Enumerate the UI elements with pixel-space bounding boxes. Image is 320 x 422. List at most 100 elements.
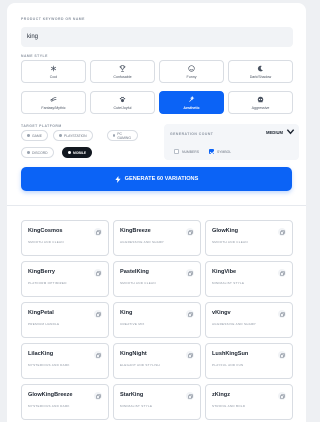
result-description: MINIMALIST STYLE [120, 404, 153, 408]
style-label-text: Aesthetic [183, 105, 200, 110]
style-label-text: Dark/Shadow [249, 74, 272, 79]
copy-icon[interactable] [278, 269, 286, 277]
platform-pc-chip[interactable]: PC GAMING [107, 130, 138, 141]
result-name: PastelKing [120, 269, 149, 275]
symbol-checkbox[interactable]: SYMBOL [209, 149, 231, 154]
result-name: KingPetal [28, 310, 54, 316]
generate-button[interactable]: GENERATE 60 VARIATIONS [21, 167, 292, 191]
generate-button-label: GENERATE 60 VARIATIONS [124, 176, 199, 182]
copy-icon[interactable] [94, 392, 102, 400]
dragon-icon [50, 96, 57, 102]
style-dark-button[interactable]: Dark/Shadow [228, 60, 293, 83]
paw-icon [119, 96, 126, 102]
result-description: PLATFORM OPTIMIZED [28, 281, 67, 285]
chevron-down-icon[interactable] [286, 127, 295, 136]
style-label-text: Confusable [113, 74, 132, 79]
style-label-text: Cool [49, 74, 58, 79]
result-card[interactable]: King CREATIVE MIX [113, 302, 201, 338]
result-card[interactable]: KingBreeze AGGRESSIVE AND SHARP [113, 220, 201, 256]
result-name: GlowKingBreeze [28, 392, 73, 398]
copy-icon[interactable] [186, 228, 194, 236]
prompt-label: PRODUCT KEYWORD OR NAME [21, 17, 85, 21]
style-cool-button[interactable]: Cool [21, 60, 86, 83]
result-name: LushKingSun [212, 351, 249, 357]
result-name: KingBreeze [120, 228, 151, 234]
result-card[interactable]: PastelKing SMOOTH AND CLEAN [113, 261, 201, 297]
copy-icon[interactable] [94, 228, 102, 236]
playstation-icon [59, 134, 62, 137]
style-label-text: Fantasy/Mythic [41, 105, 66, 110]
generator-panel: PRODUCT KEYWORD OR NAME king NAME STYLE … [7, 3, 306, 422]
copy-icon[interactable] [278, 351, 286, 359]
copy-icon[interactable] [278, 310, 286, 318]
copy-icon[interactable] [278, 228, 286, 236]
result-card[interactable]: StarKing MINIMALIST STYLE [113, 384, 201, 420]
style-cute-button[interactable]: Cute/Joyful [90, 91, 155, 114]
style-label-text: Cute/Joyful [113, 105, 132, 110]
keyword-input[interactable]: king [21, 27, 293, 47]
result-name: zKingz [212, 392, 231, 398]
style-aesthetic-button[interactable]: Aesthetic [159, 91, 224, 114]
checkbox-box[interactable] [174, 149, 179, 154]
checkbox-box[interactable] [209, 149, 214, 154]
smile-icon [188, 64, 195, 72]
numbers-checkbox[interactable]: NUMBERS [174, 149, 199, 154]
style-fantasy-button[interactable]: Fantasy/Mythic [21, 91, 86, 114]
result-card[interactable]: KingNight ELEGANT AND STYLISH [113, 343, 201, 379]
result-description: MYSTERIOUS AND DARK [28, 404, 70, 408]
chip-label: MOBILE [73, 150, 87, 155]
result-card[interactable]: GlowKingBreeze MYSTERIOUS AND DARK [21, 384, 109, 420]
result-description: AGGRESSIVE AND SHARP [120, 240, 164, 244]
result-card[interactable]: KingVibe MINIMALIST STYLE [205, 261, 293, 297]
result-description: PREMIUM HANDLE [28, 322, 60, 326]
result-description: PLAYFUL AND FUN [212, 363, 244, 367]
result-description: CREATIVE MIX [120, 322, 145, 326]
chip-label: DISCORD [32, 150, 48, 155]
style-aggressive-button[interactable]: Aggressive [228, 91, 293, 114]
platform-discord-chip[interactable]: DISCORD [21, 147, 54, 158]
style-confusable-button[interactable]: Confusable [90, 60, 155, 83]
copy-icon[interactable] [94, 310, 102, 318]
result-card[interactable]: LilacKing MYSTERIOUS AND DARK [21, 343, 109, 379]
style-funny-button[interactable]: Funny [159, 60, 224, 83]
copy-icon[interactable] [94, 269, 102, 277]
result-description: MYSTERIOUS AND DARK [28, 363, 70, 367]
phone-icon [68, 151, 71, 154]
result-description: MINIMALIST STYLE [212, 281, 245, 285]
checkbox-label: NUMBERS [182, 149, 199, 154]
result-name: King [120, 310, 133, 316]
gamepad-icon [27, 134, 30, 137]
copy-icon[interactable] [186, 351, 194, 359]
result-description: AGGRESSIVE AND SHARP [212, 322, 256, 326]
platform-playstation-chip[interactable]: PLAYSTATION [53, 130, 93, 141]
copy-icon[interactable] [186, 310, 194, 318]
result-card[interactable]: zKingz STRONG AND BOLD [205, 384, 293, 420]
result-card[interactable]: GlowKing SMOOTH AND CLEAN [205, 220, 293, 256]
copy-icon[interactable] [186, 269, 194, 277]
result-card[interactable]: vKingv AGGRESSIVE AND SHARP [205, 302, 293, 338]
result-description: STRONG AND BOLD [212, 404, 246, 408]
copy-icon[interactable] [186, 392, 194, 400]
result-card[interactable]: KingBerry PLATFORM OPTIMIZED [21, 261, 109, 297]
copy-icon[interactable] [278, 392, 286, 400]
result-description: SMOOTH AND CLEAN [28, 240, 64, 244]
style-label: NAME STYLE [21, 54, 48, 58]
sparkle-icon [189, 95, 195, 102]
result-name: KingBerry [28, 269, 56, 275]
platform-game-chip[interactable]: GAME [21, 130, 48, 141]
result-card[interactable]: KingCosmos SMOOTH AND CLEAN [21, 220, 109, 256]
style-label-text: Aggressive [251, 105, 270, 110]
result-card[interactable]: KingPetal PREMIUM HANDLE [21, 302, 109, 338]
platform-mobile-chip[interactable]: MOBILE [62, 147, 93, 158]
count-select[interactable]: MEDIUM [266, 130, 283, 135]
result-card[interactable]: LushKingSun PLAYFUL AND FUN [205, 343, 293, 379]
result-name: GlowKing [212, 228, 239, 234]
discord-icon [27, 151, 30, 154]
result-description: SMOOTH AND CLEAN [212, 240, 248, 244]
skull-icon [257, 96, 264, 102]
result-description: SMOOTH AND CLEAN [120, 281, 156, 285]
chip-label: PC GAMING [117, 131, 132, 140]
copy-icon[interactable] [94, 351, 102, 359]
lightning-icon [115, 175, 121, 183]
chip-label: GAME [32, 133, 42, 138]
